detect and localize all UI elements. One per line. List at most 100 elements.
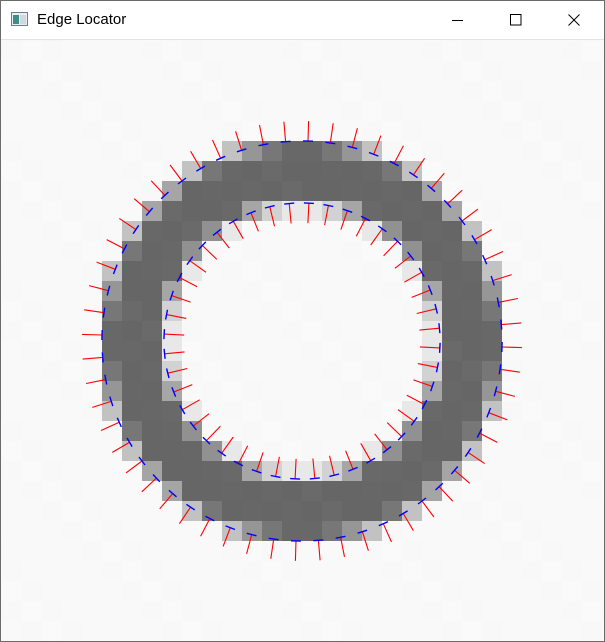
image-pixel <box>82 361 102 381</box>
image-pixel <box>482 41 502 61</box>
image-pixel <box>2 541 22 561</box>
image-pixel <box>82 81 102 101</box>
image-pixel <box>302 621 322 641</box>
image-pixel <box>602 41 604 61</box>
image-pixel <box>422 601 442 621</box>
image-pixel <box>142 241 162 261</box>
image-pixel <box>282 61 302 81</box>
image-pixel <box>582 321 602 341</box>
image-pixel <box>462 161 482 181</box>
image-pixel <box>142 221 162 241</box>
image-pixel <box>82 261 102 281</box>
image-pixel <box>222 441 242 461</box>
image-pixel <box>162 541 182 561</box>
image-pixel <box>202 241 222 261</box>
image-pixel <box>2 581 22 601</box>
image-pixel <box>462 201 482 221</box>
image-pixel <box>362 101 382 121</box>
image-pixel <box>502 201 522 221</box>
image-pixel <box>602 261 604 281</box>
image-canvas[interactable] <box>1 40 604 641</box>
image-pixel <box>302 241 322 261</box>
image-pixel <box>62 221 82 241</box>
image-pixel <box>2 141 22 161</box>
image-pixel <box>62 40 82 41</box>
image-pixel <box>42 261 62 281</box>
image-pixel <box>62 361 82 381</box>
image-pixel <box>322 341 342 361</box>
image-pixel <box>82 481 102 501</box>
image-pixel <box>62 401 82 421</box>
image-pixel <box>202 381 222 401</box>
image-pixel <box>202 461 222 481</box>
image-pixel <box>502 221 522 241</box>
image-pixel <box>582 541 602 561</box>
image-pixel <box>262 301 282 321</box>
image-pixel <box>202 181 222 201</box>
minimize-button[interactable] <box>429 1 487 39</box>
image-pixel <box>142 361 162 381</box>
image-pixel <box>562 181 582 201</box>
image-pixel <box>422 561 442 581</box>
image-pixel <box>142 481 162 501</box>
image-pixel <box>22 521 42 541</box>
image-pixel <box>402 161 422 181</box>
image-pixel <box>442 41 462 61</box>
image-pixel <box>342 501 362 521</box>
image-pixel <box>302 521 322 541</box>
image-pixel <box>302 581 322 601</box>
image-pixel <box>522 121 542 141</box>
image-pixel <box>182 461 202 481</box>
image-pixel <box>62 101 82 121</box>
image-pixel <box>242 581 262 601</box>
image-pixel <box>342 401 362 421</box>
image-pixel <box>302 221 322 241</box>
image-pixel <box>202 361 222 381</box>
image-pixel <box>322 281 342 301</box>
maximize-button[interactable] <box>487 1 545 39</box>
image-pixel <box>342 461 362 481</box>
image-pixel <box>62 81 82 101</box>
image-pixel <box>482 101 502 121</box>
image-pixel <box>322 581 342 601</box>
image-pixel <box>42 221 62 241</box>
image-pixel <box>362 541 382 561</box>
image-pixel <box>242 101 262 121</box>
image-pixel <box>162 441 182 461</box>
pixel-grid <box>1 40 604 641</box>
image-pixel <box>462 81 482 101</box>
image-pixel <box>522 141 542 161</box>
image-pixel <box>142 621 162 641</box>
image-pixel <box>422 41 442 61</box>
image-pixel <box>322 381 342 401</box>
image-pixel <box>222 81 242 101</box>
image-pixel <box>242 41 262 61</box>
image-pixel <box>142 261 162 281</box>
image-pixel <box>482 561 502 581</box>
image-pixel <box>502 261 522 281</box>
image-pixel <box>42 561 62 581</box>
image-pixel <box>2 181 22 201</box>
edge-normal-line <box>294 540 297 561</box>
image-pixel <box>222 561 242 581</box>
image-pixel <box>222 61 242 81</box>
image-pixel <box>22 221 42 241</box>
image-pixel <box>1 241 2 261</box>
image-pixel <box>162 601 182 621</box>
title-bar[interactable]: Edge Locator <box>1 1 604 40</box>
image-pixel <box>482 601 502 621</box>
image-pixel <box>222 381 242 401</box>
image-pixel <box>382 361 402 381</box>
close-button[interactable] <box>545 1 603 39</box>
image-pixel <box>522 561 542 581</box>
image-pixel <box>42 141 62 161</box>
image-pixel <box>342 581 362 601</box>
image-pixel <box>62 481 82 501</box>
image-pixel <box>402 601 422 621</box>
image-pixel <box>42 601 62 621</box>
image-pixel <box>522 521 542 541</box>
image-pixel <box>262 361 282 381</box>
image-pixel <box>562 261 582 281</box>
image-pixel <box>22 241 42 261</box>
image-pixel <box>242 221 262 241</box>
